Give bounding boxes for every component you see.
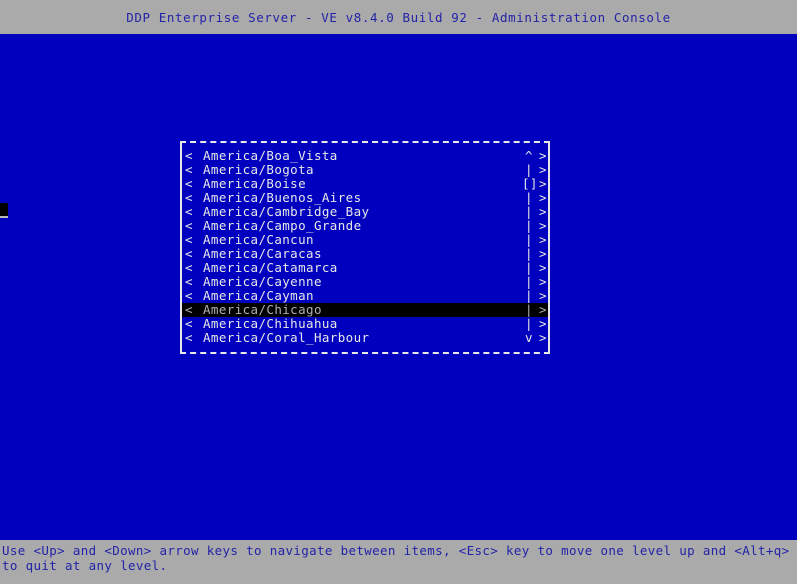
title-bar: DDP Enterprise Server - VE v8.4.0 Build … [0, 0, 797, 34]
scrollbar-glyph[interactable]: | [522, 233, 536, 247]
list-item[interactable]: < America/Boise [] > [182, 177, 548, 191]
list-item[interactable]: < America/Cayenne | > [182, 275, 548, 289]
terminal-screen: DDP Enterprise Server - VE v8.4.0 Build … [0, 0, 797, 584]
scrollbar-glyph[interactable]: | [522, 163, 536, 177]
chevron-right-icon: > [539, 232, 547, 247]
list-item-label: America/Boa_Vista [203, 148, 338, 163]
terminal-cursor [0, 203, 8, 216]
list-item[interactable]: < America/Cambridge_Bay | > [182, 205, 548, 219]
list-item[interactable]: < America/Chicago | > [182, 303, 548, 317]
timezone-list[interactable]: < America/Boa_Vista ^ > < America/Bogota | > < Am… [182, 149, 548, 345]
scrollbar-glyph[interactable]: | [522, 289, 536, 303]
chevron-left-icon: < [185, 148, 193, 163]
chevron-right-icon: > [539, 190, 547, 205]
list-item[interactable]: < America/Caracas | > [182, 247, 548, 261]
list-item-label: America/Buenos_Aires [203, 190, 362, 205]
scrollbar-glyph[interactable]: | [522, 191, 536, 205]
chevron-left-icon: < [185, 274, 193, 289]
list-item[interactable]: < America/Catamarca | > [182, 261, 548, 275]
chevron-right-icon: > [539, 246, 547, 261]
status-bar: Use <Up> and <Down> arrow keys to naviga… [0, 540, 797, 584]
chevron-left-icon: < [185, 176, 193, 191]
chevron-right-icon: > [539, 330, 547, 345]
list-item-label: America/Bogota [203, 162, 314, 177]
chevron-right-icon: > [539, 162, 547, 177]
list-item-label: America/Coral_Harbour [203, 330, 370, 345]
scrollbar-glyph[interactable]: v [522, 331, 536, 345]
keyboard-hint-text: Use <Up> and <Down> arrow keys to naviga… [2, 543, 797, 573]
scrollbar-glyph[interactable]: ^ [522, 149, 536, 163]
list-item[interactable]: < America/Buenos_Aires | > [182, 191, 548, 205]
chevron-right-icon: > [539, 288, 547, 303]
scrollbar-glyph[interactable]: | [522, 247, 536, 261]
chevron-left-icon: < [185, 302, 193, 317]
list-item[interactable]: < America/Boa_Vista ^ > [182, 149, 548, 163]
chevron-right-icon: > [539, 260, 547, 275]
list-item[interactable]: < America/Cayman | > [182, 289, 548, 303]
list-item-label: America/Caracas [203, 246, 322, 261]
terminal-cursor-underline [0, 216, 8, 218]
scrollbar-glyph[interactable]: | [522, 317, 536, 331]
page-title: DDP Enterprise Server - VE v8.4.0 Build … [126, 9, 671, 25]
scrollbar-glyph[interactable]: | [522, 261, 536, 275]
scrollbar-glyph[interactable]: [] [522, 177, 537, 191]
chevron-left-icon: < [185, 316, 193, 331]
chevron-right-icon: > [539, 218, 547, 233]
list-item[interactable]: < America/Coral_Harbour v > [182, 331, 548, 345]
list-item[interactable]: < America/Cancun | > [182, 233, 548, 247]
chevron-left-icon: < [185, 204, 193, 219]
list-item-label: America/Boise [203, 176, 307, 191]
scrollbar-glyph[interactable]: | [522, 303, 536, 317]
list-item[interactable]: < America/Chihuahua | > [182, 317, 548, 331]
chevron-right-icon: > [539, 176, 547, 191]
chevron-right-icon: > [539, 204, 547, 219]
scrollbar-glyph[interactable]: | [522, 205, 536, 219]
list-item-label: America/Cambridge_Bay [203, 204, 370, 219]
chevron-left-icon: < [185, 246, 193, 261]
scrollbar-glyph[interactable]: | [522, 219, 536, 233]
list-item-label: America/Cayman [203, 288, 314, 303]
chevron-left-icon: < [185, 218, 193, 233]
list-item-label: America/Cancun [203, 232, 314, 247]
chevron-right-icon: > [539, 302, 547, 317]
list-item[interactable]: < America/Bogota | > [182, 163, 548, 177]
list-item-label: America/Campo_Grande [203, 218, 362, 233]
list-item[interactable]: < America/Campo_Grande | > [182, 219, 548, 233]
chevron-left-icon: < [185, 162, 193, 177]
chevron-right-icon: > [539, 274, 547, 289]
chevron-left-icon: < [185, 260, 193, 275]
list-item-label: America/Catamarca [203, 260, 338, 275]
scrollbar-glyph[interactable]: | [522, 275, 536, 289]
chevron-left-icon: < [185, 330, 193, 345]
list-item-label: America/Chicago [203, 302, 322, 317]
list-item-label: America/Cayenne [203, 274, 322, 289]
chevron-left-icon: < [185, 232, 193, 247]
chevron-left-icon: < [185, 190, 193, 205]
chevron-right-icon: > [539, 316, 547, 331]
list-item-label: America/Chihuahua [203, 316, 338, 331]
chevron-right-icon: > [539, 148, 547, 163]
chevron-left-icon: < [185, 288, 193, 303]
timezone-selection-dialog: < America/Boa_Vista ^ > < America/Bogota | > < Am… [180, 141, 550, 354]
